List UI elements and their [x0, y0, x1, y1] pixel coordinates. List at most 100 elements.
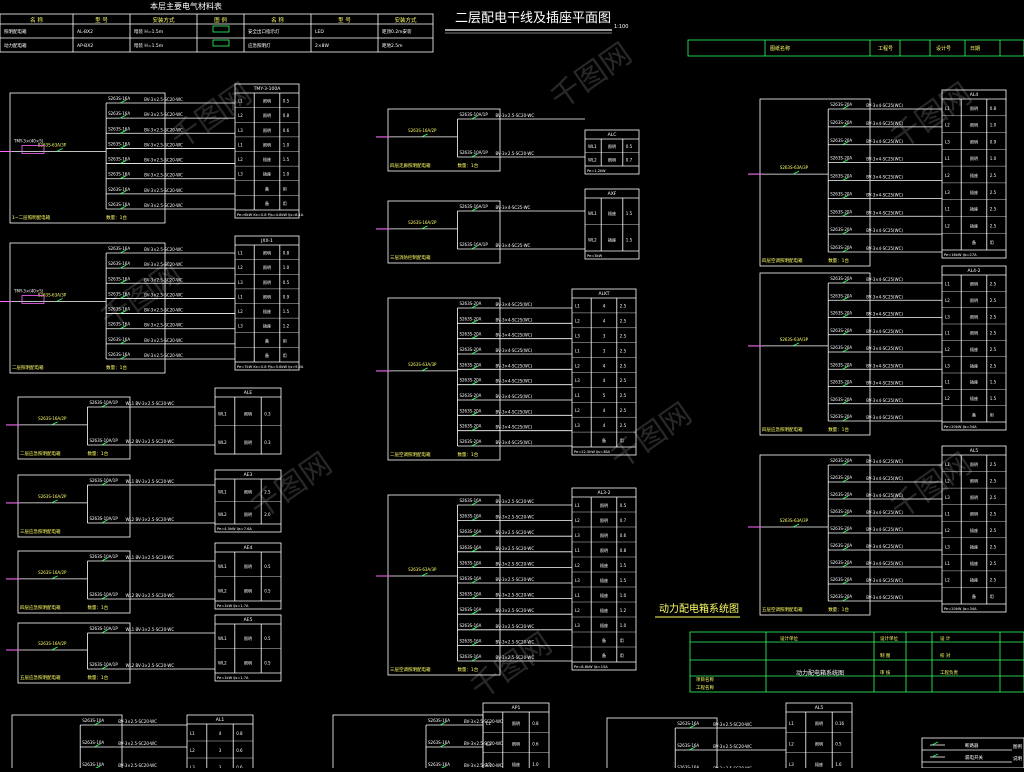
circuit-cable-label: BV-3×4-SC25(WC) — [866, 527, 903, 532]
breaker-symbol — [792, 342, 800, 347]
panel-p3[interactable]: S263S-16A/2P S263S-10A/1P WL1 BV-3×2.5-SC2… — [6, 387, 282, 460]
box-cell: 备 — [972, 593, 976, 599]
box-cell: 插座 — [600, 577, 608, 583]
panel-box-table: ALC WL1 照明 0.5 WL2 照明 0.7 Pe=1.2kW — [584, 129, 640, 175]
circuit-breaker-label: S263S-20A — [459, 424, 481, 429]
box-cell: 1.0 — [990, 123, 997, 128]
box-cell: 5 — [603, 393, 606, 398]
table-cell: 安全出口指示灯 — [248, 28, 280, 35]
circuit-cable-label: BV-3×4-SC25(WC) — [866, 561, 903, 566]
circuit-cable-label: BV-3×4-SC25(WC) — [495, 394, 532, 399]
cad-drawing-canvas[interactable]: 二层配电干线及插座平面图 1:100 动力配电箱系统图 本层主要电气材料表名 称 型 号… — [0, 0, 1024, 772]
box-cell: L3 — [575, 423, 580, 428]
drawing-title-group: 二层配电干线及插座平面图1:100 — [445, 11, 628, 34]
box-cell: 插座 — [263, 156, 271, 162]
panel-p4[interactable]: S263S-16A/2P S263S-10A/1P WL1 BV-3×2.5-SC2… — [6, 469, 282, 538]
circuit-cable-label: BV-3×4-SC25(WC) — [866, 312, 903, 317]
panel-quantity: 数量：1台 — [457, 451, 478, 458]
panel-b2[interactable]: S263S-16A BV-3×2.5-SC20-WC S263S-16A BV-3×2… — [332, 702, 550, 772]
box-cell: L3 — [575, 333, 580, 338]
box-cell: 0.6 — [283, 128, 290, 133]
box-cell: 2.5 — [990, 190, 997, 195]
box-cell: 0.9 — [283, 294, 290, 299]
box-cell: L3 — [789, 762, 794, 767]
panel-b3[interactable]: S263S-16A BV-3×2.5-SC20-WC S263S-16A BV-3×2… — [606, 702, 853, 772]
box-title: AL3-2 — [598, 490, 611, 496]
circuit-cable-label: BV-3×2.5-SC20-WC — [144, 173, 183, 178]
box-cell: L2 — [945, 396, 950, 401]
circuit-cable-label: BV-3×4-SC25(WC) — [495, 317, 532, 322]
box-cell: 1.0 — [990, 156, 997, 161]
circuit-breaker-label: S263S-16A — [108, 202, 130, 207]
box-cell: 2.5 — [990, 331, 997, 336]
box-cell: 备 — [265, 352, 269, 358]
panel-r2[interactable]: S263S-63A/3P S263S-20A BV-3×4-SC25(WC) S263… — [748, 265, 1007, 436]
box-cell: 2.5 — [990, 462, 997, 467]
box-cell: 备 — [972, 239, 976, 245]
box-cell: 1.5 — [990, 396, 997, 401]
box-cell: 备 — [602, 637, 606, 643]
circuit-breaker-label: S263S-20A — [830, 458, 852, 463]
panel-c1[interactable]: S263S-16A/2P S263S-10A/1P BV-3×2.5-SC20-WC… — [376, 108, 640, 175]
circuit-breaker-label: S263S-16A — [428, 740, 450, 745]
box-frame — [482, 702, 550, 772]
box-cell: L1 — [575, 393, 580, 398]
circuit-cable-label: BV-3×4-SC25(WC) — [866, 363, 903, 368]
box-title: AE3 — [244, 472, 253, 478]
panel-c3[interactable]: S263S-63A/3P S263S-20A BV-3×4-SC25(WC) S263… — [376, 288, 637, 461]
panel-frame — [759, 272, 871, 436]
box-cell: 用 — [283, 201, 287, 206]
box-cell: 插座 — [970, 577, 978, 583]
circuit-breaker-label: S263S-16A — [459, 654, 481, 659]
circuit-breaker-label: S263S-10A/1P — [89, 554, 118, 559]
box-cell: 1.2 — [283, 324, 290, 329]
box-cell: 2.5 — [990, 363, 997, 368]
panel-p5[interactable]: S263S-16A/2P S263S-10A/1P WL1 BV-3×2.5-SC2… — [6, 542, 282, 614]
system-diagram-title: 动力配电箱系统图 — [659, 602, 739, 615]
panel-frame — [17, 474, 131, 538]
breaker-symbol — [51, 646, 58, 651]
box-cell: 用 — [283, 186, 287, 191]
box-title: AXF — [608, 191, 617, 197]
circuit-cable-label: BV-3×4-SC25(WC) — [495, 302, 532, 307]
box-cell: L1 — [789, 721, 794, 726]
main-breaker-label: S263S-16A/2P — [38, 416, 67, 421]
circuit-cable-label: BV-3×2.5-SC20-WC — [144, 158, 183, 163]
watermark-text: 千图网 — [245, 446, 339, 526]
panel-quantity: 数量：1台 — [87, 450, 108, 457]
circuit-cable-label: WL2 BV-3×2.5-SC20-WC — [125, 593, 174, 598]
main-breaker-label: S263S-63A/3P — [780, 337, 809, 342]
box-cell: 2.5 — [990, 545, 997, 550]
panel-frame — [387, 108, 501, 172]
panel-box-table: AE4 WL1 照明 0.5 WL2 照明 0.5 Pe=1kW Ijs=1.7A — [214, 542, 282, 610]
panel-c4[interactable]: S263S-63A/3P S263S-16A BV-3×2.5-SC20-WC S26… — [376, 487, 637, 676]
box-cell: 0.9 — [990, 139, 997, 144]
circuit-cable-label: BV-3×2.5-SC20-WC — [464, 763, 503, 768]
box-cell: 1.5 — [283, 157, 290, 162]
box-cell: L2 — [575, 363, 580, 368]
circuit-breaker-label: S263S-10A/1P — [89, 516, 118, 521]
title-block-cell: 工程名称 — [696, 684, 714, 691]
box-cell: 照明 — [512, 721, 520, 726]
circuit-cable-label: BV-3×4-SC25-WC — [495, 205, 530, 210]
panel-p1[interactable]: S263S-63A/3PTMY-3×(40×5)S263S-16A BV-3×2.… — [0, 83, 304, 224]
legend-side: 图例 — [1013, 743, 1022, 750]
panel-r1[interactable]: S263S-63A/3P S263S-20A BV-3×4-SC25(WC) S263… — [748, 89, 1007, 267]
box-cell: L1 — [575, 304, 580, 309]
box-cell: 照明 — [600, 518, 608, 523]
box-cell: L3 — [575, 623, 580, 628]
box-cell: 1.2 — [620, 608, 627, 613]
box-cell: 1.5 — [620, 563, 627, 568]
panel-b1[interactable]: S263S-10A BV-3×2.5-SC20-WC S263S-10A BV-3×2… — [11, 714, 254, 772]
panel-frame — [759, 98, 871, 267]
circuit-breaker-label: S263S-16A — [459, 514, 481, 519]
table-header-cell: 安装方式 — [152, 16, 175, 24]
panel-c2[interactable]: S263S-16A/2P S263S-16A/1P BV-3×4-SC25-WC S2… — [376, 188, 640, 264]
box-cell: 2.5 — [990, 495, 997, 500]
panel-name: 二层照明配电箱 — [12, 364, 44, 371]
panel-p6[interactable]: S263S-16A/2P S263S-10A/1P WL1 BV-3×2.5-SC2… — [6, 614, 282, 684]
circuit-breaker-label: S263S-16A — [108, 96, 130, 101]
circuit-breaker-label: S263S-10A/1P — [89, 438, 118, 443]
box-cell: 0.8 — [620, 548, 627, 553]
circuit-breaker-label: S263S-16A/1P — [459, 242, 488, 247]
